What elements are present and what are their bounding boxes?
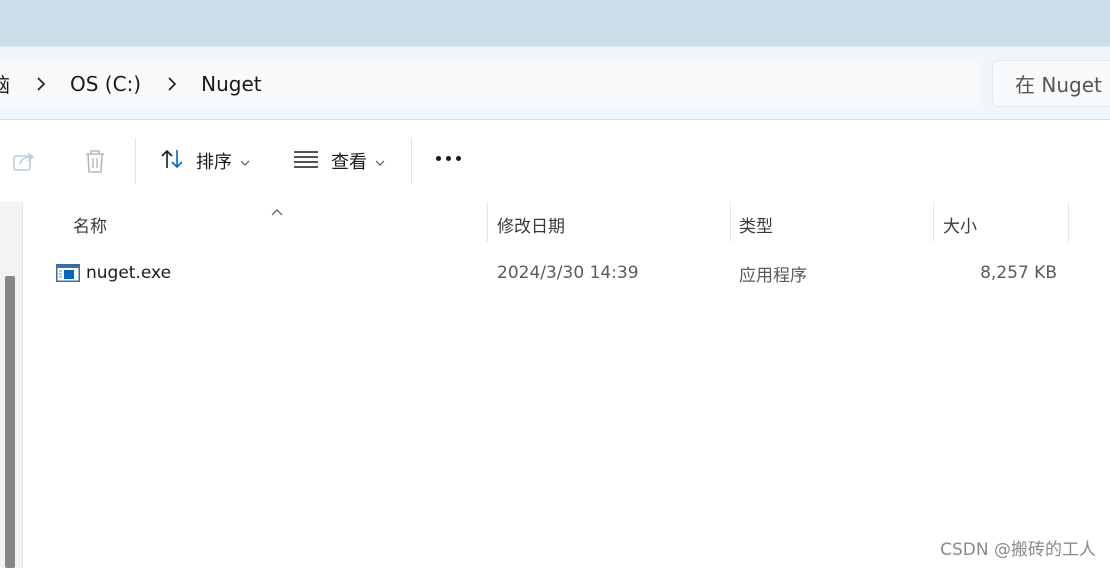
chevron-right-icon[interactable]: [165, 76, 179, 91]
breadcrumb-item-pc[interactable]: 脑: [0, 69, 10, 98]
watermark: CSDN @搬砖的工人: [940, 540, 1096, 560]
sort-ascending-icon: [270, 202, 284, 216]
title-bar: [0, 0, 1110, 46]
trash-icon[interactable]: [81, 147, 109, 175]
file-type: 应用程序: [739, 265, 807, 286]
view-icon: [293, 149, 319, 174]
more-dot: [456, 156, 461, 161]
more-dot: [446, 156, 451, 161]
address-bar-area: 脑 OS (C:) Nuget 在 Nuget 中: [0, 46, 1110, 120]
file-list: 名称 修改日期 类型 大小 nuget.exe 2024/3/30 14:39 …: [23, 202, 1110, 568]
scrollbar-thumb[interactable]: [5, 276, 15, 568]
column-header-name[interactable]: 名称: [73, 202, 107, 246]
breadcrumb-item-nuget[interactable]: Nuget: [201, 72, 261, 96]
more-icon[interactable]: [436, 156, 462, 166]
sort-label: 排序: [196, 152, 232, 173]
view-button[interactable]: 查看: [293, 142, 385, 180]
breadcrumb-item-os-c[interactable]: OS (C:): [70, 72, 141, 96]
column-divider[interactable]: [487, 202, 488, 242]
file-date: 2024/3/30 14:39: [497, 263, 639, 283]
command-bar: 排序 查看: [0, 119, 1110, 203]
column-divider[interactable]: [933, 202, 934, 242]
more-dot: [436, 156, 441, 161]
column-header-type[interactable]: 类型: [739, 202, 773, 246]
search-input[interactable]: 在 Nuget 中: [992, 60, 1110, 107]
sort-icon: [160, 148, 184, 175]
sort-button[interactable]: 排序: [160, 142, 250, 180]
toolbar-separator: [135, 138, 136, 184]
chevron-down-icon: [375, 151, 385, 172]
chevron-right-icon[interactable]: [34, 76, 48, 91]
column-divider[interactable]: [730, 202, 731, 242]
column-header-date[interactable]: 修改日期: [497, 202, 565, 246]
share-icon[interactable]: [10, 147, 38, 175]
table-row[interactable]: nuget.exe 2024/3/30 14:39 应用程序 8,257 KB: [23, 251, 1110, 295]
column-divider[interactable]: [1068, 202, 1069, 242]
navigation-pane: [0, 202, 23, 568]
file-name[interactable]: nuget.exe: [86, 251, 171, 295]
file-size: 8,257 KB: [980, 263, 1057, 283]
chevron-down-icon: [240, 151, 250, 172]
column-header-size[interactable]: 大小: [943, 202, 977, 246]
exe-file-icon: [56, 264, 80, 282]
view-label: 查看: [331, 152, 367, 173]
toolbar-separator: [411, 138, 412, 184]
address-box[interactable]: 脑 OS (C:) Nuget: [0, 60, 980, 107]
